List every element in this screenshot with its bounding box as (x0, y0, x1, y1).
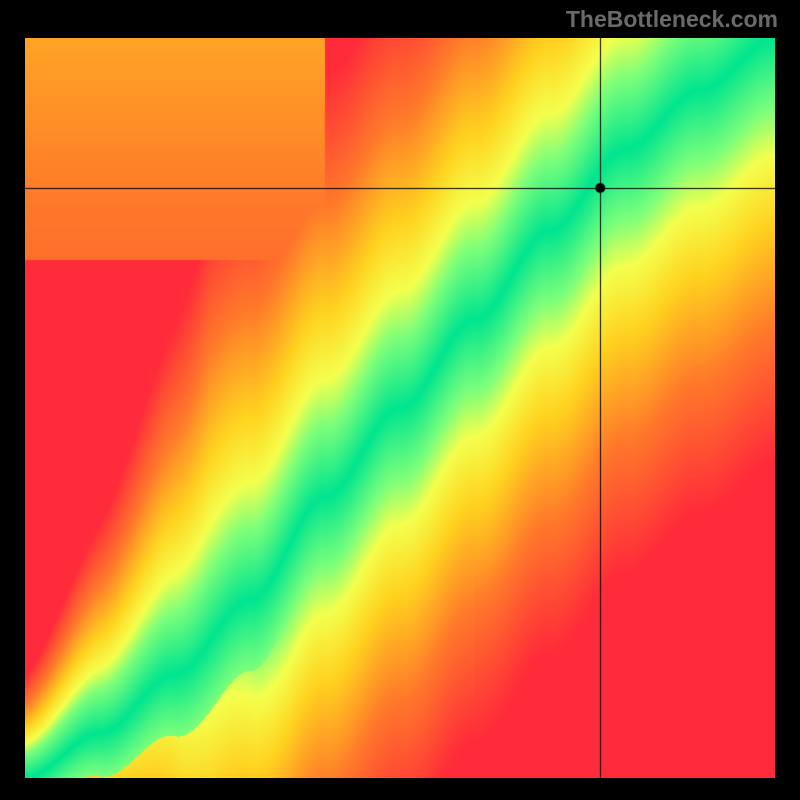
chart-container: TheBottleneck.com (0, 0, 800, 800)
heatmap-plot (25, 38, 775, 778)
attribution-label: TheBottleneck.com (566, 6, 778, 33)
heatmap-canvas (25, 38, 775, 778)
